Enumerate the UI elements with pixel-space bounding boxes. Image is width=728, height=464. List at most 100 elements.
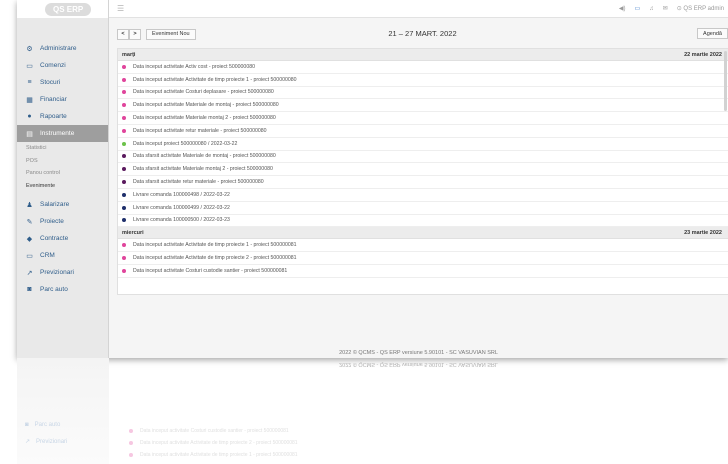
sidebar-item-previzionari[interactable]: ↗ Previzionari — [17, 264, 108, 281]
scrollbar[interactable] — [724, 51, 727, 111]
sidebar-item-label: Stocuri — [40, 79, 61, 86]
sidebar-item-label: Salarizare — [40, 201, 70, 208]
event-dot — [129, 453, 133, 457]
event-row[interactable]: Data inceput activitate Costuri custodie… — [118, 265, 728, 278]
event-row[interactable]: Data inceput activitate Activitate de ti… — [118, 239, 728, 253]
new-event-button[interactable]: Eveniment Nou — [146, 28, 196, 40]
sidebar-subitem-statistici[interactable]: Statistici — [17, 142, 108, 155]
bell-icon[interactable]: ♫ — [649, 6, 654, 12]
users-icon: ♟ — [26, 201, 33, 209]
sidebar-item-comenzi[interactable]: ▭ Comenzi — [17, 57, 108, 74]
reflection-car-icon: ◙ — [25, 422, 29, 428]
event-dot — [122, 180, 126, 185]
event-row[interactable]: Data inceput proiect 500000080 / 2022-03… — [118, 138, 728, 151]
prev-week-button[interactable]: < — [117, 28, 129, 40]
reflection-nav-item: ↗ Previzionari — [25, 438, 68, 446]
nav-buttons: < > — [117, 28, 141, 40]
date-range-title: 21 – 27 MART. 2022 — [388, 29, 457, 38]
event-row[interactable]: Data sfarsit activitate retur materiale … — [118, 176, 728, 189]
sidebar-item-label: Comenzi — [40, 62, 66, 69]
event-row[interactable]: Livrare comanda 100000499 / 2022-03-22 — [118, 202, 728, 215]
sidebar-item-stocuri[interactable]: ≡ Stocuri — [17, 74, 108, 91]
sidebar-item-salarizare[interactable]: ♟ Salarizare — [17, 196, 108, 213]
sidebar-item-instrumente[interactable]: ▤ Instrumente — [17, 125, 108, 142]
logo[interactable]: QS ERP — [17, 0, 108, 18]
wrench-icon: ✎ — [26, 218, 33, 226]
event-row[interactable]: Data inceput activitate Costuri deplasar… — [118, 87, 728, 100]
day-header: miercuri 23 martie 2022 — [118, 227, 728, 240]
sidebar-item-label: Proiecte — [40, 218, 64, 225]
event-title: Data sfarsit activitate Materiale de mon… — [133, 153, 276, 160]
event-row[interactable]: Data inceput activitate Activ cost - pro… — [118, 61, 728, 74]
event-title: Livrare comanda 100000499 / 2022-03-22 — [133, 204, 230, 211]
event-title: Data inceput activitate retur materiale … — [133, 127, 267, 134]
event-title: Data inceput activitate Costuri deplasar… — [133, 89, 274, 96]
event-title: Data sfarsit activitate Materiale montaj… — [133, 166, 273, 173]
event-dot — [122, 103, 126, 108]
event-row[interactable]: Data sfarsit activitate Materiale de mon… — [118, 151, 728, 164]
event-row[interactable]: Data inceput activitate retur materiale … — [118, 125, 728, 138]
event-title: Data inceput activitate Activitate de ti… — [133, 242, 297, 249]
app-window: QS ERP ⚙ Administrare ▭ Comenzi ≡ Stocuri ▦ Fin… — [17, 0, 728, 358]
event-dot — [122, 116, 126, 121]
event-dot — [129, 441, 133, 445]
event-dot — [122, 205, 126, 210]
event-title: Data inceput activitate Activitate de ti… — [133, 255, 297, 262]
event-dot — [122, 243, 126, 248]
sidebar-nav: ⚙ Administrare ▭ Comenzi ≡ Stocuri ▦ Financiar ●… — [17, 40, 108, 298]
window-reflection: 2022 © QCMS - QS ERP versiune 5.90101 - … — [17, 358, 728, 464]
sidebar-subitem-pos[interactable]: POS — [17, 155, 108, 168]
sidebar-item-label: Previzionari — [40, 269, 74, 276]
gear-icon: ⚙ — [26, 45, 33, 53]
event-dot — [122, 268, 126, 273]
user-menu[interactable]: ⊙ QS ERP admin — [677, 5, 724, 12]
cart-icon: ▭ — [26, 62, 33, 70]
event-dot — [122, 64, 126, 69]
event-title: Data inceput proiect 500000080 / 2022-03… — [133, 140, 238, 147]
event-dot — [122, 218, 126, 223]
sidebar-item-contracte[interactable]: ◆ Contracte — [17, 230, 108, 247]
event-row[interactable]: Livrare comanda 100000500 / 2022-03-23 — [118, 215, 728, 228]
agenda-view-button[interactable]: Agendă — [697, 28, 728, 39]
sidebar-subitem-panou-control[interactable]: Panou control — [17, 167, 108, 180]
sidebar: QS ERP ⚙ Administrare ▭ Comenzi ≡ Stocuri ▦ Fin… — [17, 0, 109, 358]
event-row[interactable]: Data inceput activitate Activitate de ti… — [118, 252, 728, 265]
event-title: Livrare comanda 100000498 / 2022-03-22 — [133, 191, 230, 198]
event-title: Data inceput activitate Costuri custodie… — [133, 267, 288, 274]
agenda-list[interactable]: marți 22 martie 2022 Data inceput activita… — [117, 48, 728, 295]
mail-icon[interactable]: ✉ — [663, 5, 668, 12]
event-row[interactable]: Data inceput activitate Activitate de ti… — [118, 74, 728, 87]
event-row[interactable]: Data inceput activitate Materiale montaj… — [118, 112, 728, 125]
car-icon: ◙ — [27, 286, 32, 293]
event-dot — [122, 192, 126, 197]
chat-icon[interactable]: ▭ — [635, 5, 641, 12]
sidebar-item-crm[interactable]: ▭ CRM — [17, 247, 108, 264]
stock-icon: ≡ — [27, 79, 32, 86]
event-title: Data inceput activitate Activ cost - pro… — [133, 63, 255, 70]
event-row[interactable]: Data inceput activitate Materiale de mon… — [118, 99, 728, 113]
sidebar-item-financiar[interactable]: ▦ Financiar — [17, 91, 108, 108]
calendar-content: < > Eveniment Nou 21 – 27 MART. 2022 Age… — [117, 26, 728, 296]
user-name: QS ERP admin — [683, 6, 724, 12]
event-row[interactable]: Data sfarsit activitate Materiale montaj… — [118, 163, 728, 177]
calendar-toolbar: < > Eveniment Nou 21 – 27 MART. 2022 Age… — [117, 26, 728, 42]
sidebar-item-administrare[interactable]: ⚙ Administrare — [17, 40, 108, 57]
event-row[interactable]: Livrare comanda 100000498 / 2022-03-22 — [118, 189, 728, 202]
sidebar-item-proiecte[interactable]: ✎ Proiecte — [17, 213, 108, 230]
volume-icon[interactable]: ◀) — [619, 5, 626, 12]
reflection-event: Data inceput activitate Activitate de ti… — [129, 440, 298, 446]
next-week-button[interactable]: > — [129, 28, 141, 40]
event-title: Data inceput activitate Materiale de mon… — [133, 102, 279, 109]
event-dot — [122, 77, 126, 82]
day-name: marți — [122, 51, 136, 58]
sidebar-item-label: CRM — [40, 252, 55, 259]
sidebar-subitem-evenimente[interactable]: Evenimente — [17, 180, 108, 193]
event-title: Livrare comanda 100000500 / 2022-03-23 — [133, 217, 230, 224]
sidebar-item-label: Instrumente — [40, 130, 75, 137]
sidebar-item-rapoarte[interactable]: ● Rapoarte — [17, 108, 108, 125]
menu-toggle-icon[interactable]: ☰ — [117, 4, 124, 13]
topbar-actions: ◀) ▭ ♫ ✉ ⊙ QS ERP admin — [619, 5, 728, 13]
sidebar-item-label: Financiar — [40, 96, 67, 103]
sidebar-item-parc-auto[interactable]: ◙ Parc auto — [17, 281, 108, 298]
event-title: Data inceput activitate Activitate de ti… — [133, 76, 297, 83]
